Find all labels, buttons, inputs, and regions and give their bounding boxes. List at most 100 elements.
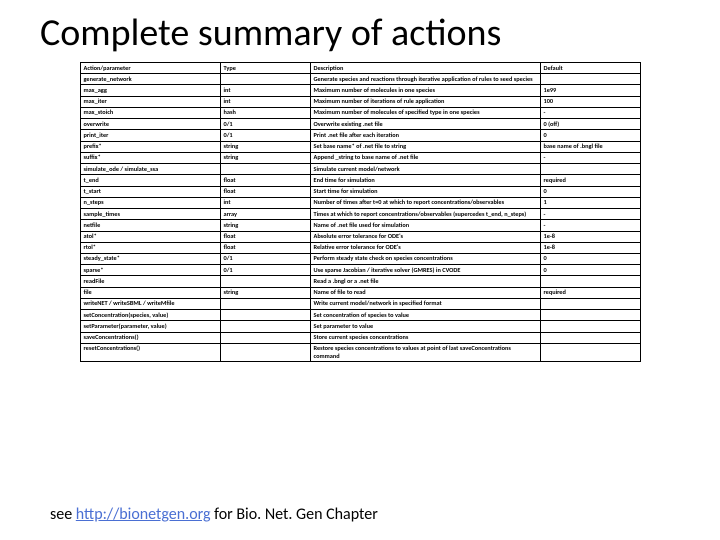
table-cell: t_end bbox=[80, 175, 220, 186]
table-cell bbox=[540, 310, 640, 321]
table-cell: suffix* bbox=[80, 152, 220, 163]
table-row: suffix*stringAppend _string to base name… bbox=[80, 152, 640, 163]
table-cell: readFile bbox=[80, 276, 220, 287]
table-cell: Maximum number of iterations of rule app… bbox=[310, 96, 540, 107]
header-action: Action/parameter bbox=[80, 63, 220, 74]
table-cell: writeNET / writeSBML / writeMfile bbox=[80, 298, 220, 309]
table-row: t_endfloatEnd time for simulationrequire… bbox=[80, 175, 640, 186]
table-cell: netfile bbox=[80, 220, 220, 231]
table-cell: Set parameter to value bbox=[310, 321, 540, 332]
table-cell: Use sparse Jacobian / iterative solver (… bbox=[310, 265, 540, 276]
table-cell bbox=[220, 164, 310, 175]
table-row: max_aggintMaximum number of molecules in… bbox=[80, 85, 640, 96]
table-cell: 1e-8 bbox=[540, 242, 640, 253]
table-cell: Start time for simulation bbox=[310, 186, 540, 197]
table-cell bbox=[220, 321, 310, 332]
table-cell: string bbox=[220, 141, 310, 152]
table-cell: Print .net file after each iteration bbox=[310, 130, 540, 141]
table-cell: Name of .net file used for simulation bbox=[310, 220, 540, 231]
table-row: steady_state*0/1Perform steady state che… bbox=[80, 253, 640, 264]
table-cell bbox=[220, 343, 310, 361]
actions-table: Action/parameter Type Description Defaul… bbox=[80, 62, 641, 362]
table-row: print_iter0/1Print .net file after each … bbox=[80, 130, 640, 141]
table-cell bbox=[220, 276, 310, 287]
table-row: sample_timesarrayTimes at which to repor… bbox=[80, 209, 640, 220]
table-cell: generate_network bbox=[80, 74, 220, 85]
header-description: Description bbox=[310, 63, 540, 74]
table-cell bbox=[540, 298, 640, 309]
table-cell: max_stoich bbox=[80, 107, 220, 118]
table-row: resetConcentrations()Restore species con… bbox=[80, 343, 640, 361]
table-cell: float bbox=[220, 175, 310, 186]
footer-link[interactable]: http://bionetgen.org bbox=[76, 505, 211, 524]
table-cell: t_start bbox=[80, 186, 220, 197]
table-cell: Restore species concentrations to values… bbox=[310, 343, 540, 361]
header-type: Type bbox=[220, 63, 310, 74]
table-cell: Overwrite existing .net file bbox=[310, 119, 540, 130]
table-cell bbox=[540, 332, 640, 343]
table-row: prefix*stringSet base name* of .net file… bbox=[80, 141, 640, 152]
table-cell: required bbox=[540, 175, 640, 186]
footer-pre: see bbox=[50, 505, 76, 524]
table-cell: float bbox=[220, 242, 310, 253]
table-cell bbox=[540, 343, 640, 361]
table-cell: Read a .bngl or a .net file bbox=[310, 276, 540, 287]
table-cell: 0/1 bbox=[220, 253, 310, 264]
table-row: filestringName of file to readrequired bbox=[80, 287, 640, 298]
table-cell bbox=[540, 164, 640, 175]
table-row: netfilestringName of .net file used for … bbox=[80, 220, 640, 231]
table-cell: n_steps bbox=[80, 197, 220, 208]
table-cell: sparse* bbox=[80, 265, 220, 276]
table-cell: Append _string to base name of .net file bbox=[310, 152, 540, 163]
table-cell: base name of .bngl file bbox=[540, 141, 640, 152]
table-cell: setParameter(parameter, value) bbox=[80, 321, 220, 332]
table-cell: Times at which to report concentrations/… bbox=[310, 209, 540, 220]
table-cell: - bbox=[540, 220, 640, 231]
table-row: sparse*0/1Use sparse Jacobian / iterativ… bbox=[80, 265, 640, 276]
table-row: max_stoichhashMaximum number of molecule… bbox=[80, 107, 640, 118]
table-cell: saveConcentrations() bbox=[80, 332, 220, 343]
table-cell: Simulate current model/network bbox=[310, 164, 540, 175]
table-cell: 1 bbox=[540, 197, 640, 208]
table-cell bbox=[220, 74, 310, 85]
table-cell: - bbox=[540, 152, 640, 163]
table-row: n_stepsintNumber of times after t=0 at w… bbox=[80, 197, 640, 208]
table-cell: 0/1 bbox=[220, 130, 310, 141]
slide-title: Complete summary of actions bbox=[40, 10, 680, 56]
table-cell: - bbox=[540, 209, 640, 220]
table-cell: 0 (off) bbox=[540, 119, 640, 130]
table-cell: 0 bbox=[540, 265, 640, 276]
table-cell: End time for simulation bbox=[310, 175, 540, 186]
table-cell: array bbox=[220, 209, 310, 220]
table-cell: steady_state* bbox=[80, 253, 220, 264]
footer-post: for Bio. Net. Gen Chapter bbox=[211, 505, 378, 524]
table-cell: max_iter bbox=[80, 96, 220, 107]
table-cell: int bbox=[220, 85, 310, 96]
table-cell: float bbox=[220, 231, 310, 242]
table-cell bbox=[540, 321, 640, 332]
table-cell: Maximum number of molecules of specified… bbox=[310, 107, 540, 118]
table-row: simulate_ode / simulate_ssa Simulate curr… bbox=[80, 164, 640, 175]
table-row: setParameter(parameter, value) Set parame… bbox=[80, 321, 640, 332]
table-cell: int bbox=[220, 197, 310, 208]
table-cell: Absolute error tolerance for ODE's bbox=[310, 231, 540, 242]
table-cell: 0 bbox=[540, 253, 640, 264]
table-cell: prefix* bbox=[80, 141, 220, 152]
table-cell: atol* bbox=[80, 231, 220, 242]
table-cell: Set concentration of species to value bbox=[310, 310, 540, 321]
table-cell: 0/1 bbox=[220, 265, 310, 276]
table-cell: - bbox=[540, 107, 640, 118]
table-cell bbox=[220, 310, 310, 321]
table-cell: Set base name* of .net file to string bbox=[310, 141, 540, 152]
table-cell: float bbox=[220, 186, 310, 197]
table-row: generate_networkGenerate species and rea… bbox=[80, 74, 640, 85]
table-cell: string bbox=[220, 152, 310, 163]
table-cell bbox=[220, 332, 310, 343]
table-cell: 0 bbox=[540, 186, 640, 197]
table-cell: 0/1 bbox=[220, 119, 310, 130]
table-row: t_startfloatStart time for simulation0 bbox=[80, 186, 640, 197]
table-row: setConcentration(species, value)Set conc… bbox=[80, 310, 640, 321]
table-cell: string bbox=[220, 220, 310, 231]
table-cell: simulate_ode / simulate_ssa bbox=[80, 164, 220, 175]
table-cell: Maximum number of molecules in one speci… bbox=[310, 85, 540, 96]
